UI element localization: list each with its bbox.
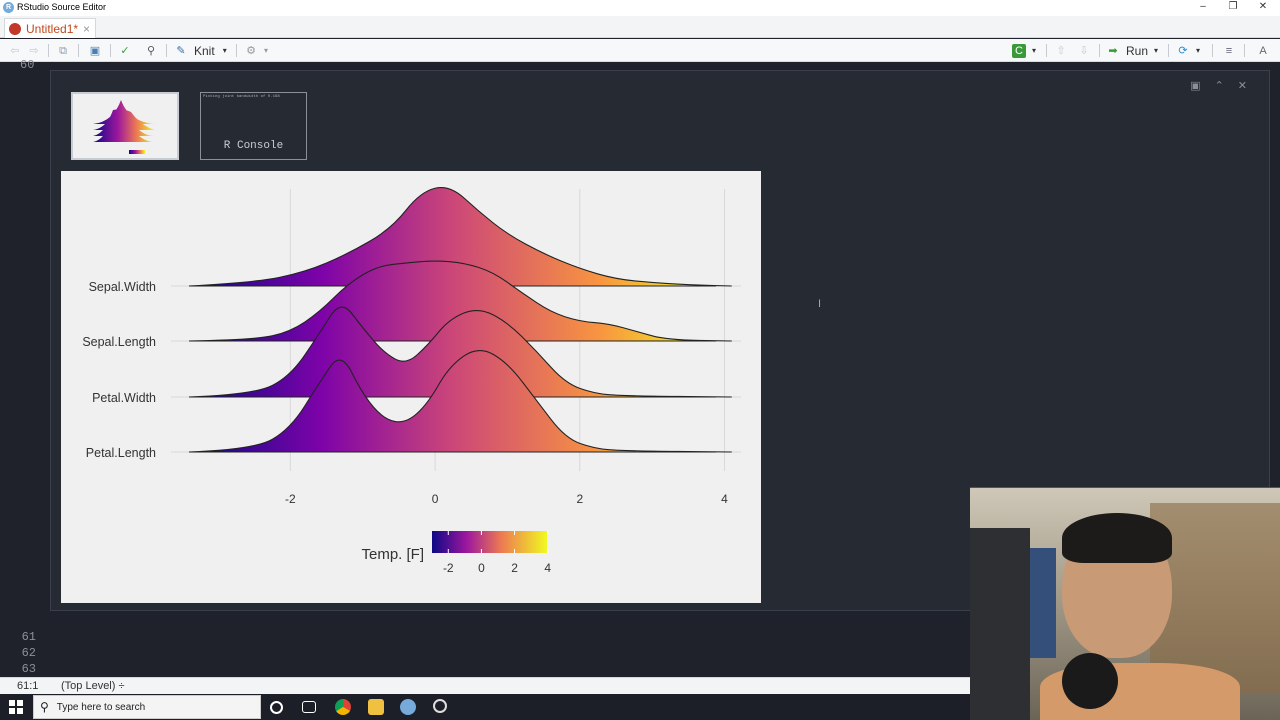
window-titlebar: R RStudio Source Editor – ❐ ✕: [0, 0, 1280, 16]
editor-toolbar: ⇦ ⇨ ⧉ ▣ ✓ ⚲ ✎ Knit ▾ ⚙ ▾ C ▾ ⇧ ⇩ ➡ Run ▾ ⟳…: [0, 39, 1280, 62]
window-title: RStudio Source Editor: [17, 2, 107, 12]
obs-icon[interactable]: [433, 699, 447, 713]
clear-output-icon[interactable]: ✕: [1238, 79, 1247, 92]
y-tick-label: Sepal.Length: [82, 335, 156, 349]
restore-button[interactable]: ❐: [1218, 0, 1248, 16]
tab-label: Untitled1*: [26, 21, 79, 36]
scope-selector[interactable]: (Top Level) ÷: [61, 680, 125, 692]
chrome-icon[interactable]: [335, 699, 351, 715]
close-window-button[interactable]: ✕: [1248, 0, 1278, 16]
collapse-output-icon[interactable]: ⌃: [1215, 79, 1224, 92]
save-icon[interactable]: ▣: [88, 42, 102, 59]
knit-icon: ✎: [176, 44, 186, 57]
legend-tick-label: 2: [511, 561, 518, 575]
y-tick-label: Petal.Width: [92, 391, 156, 405]
console-thumbnail[interactable]: Picking joint bandwidth of 0.168 R Conso…: [200, 92, 307, 160]
y-tick-label: Sepal.Width: [89, 280, 156, 294]
taskbar-search-box[interactable]: ⚲ Type here to search: [33, 695, 261, 719]
webcam-overlay: [970, 487, 1280, 720]
line-numbers: 61 62 63: [0, 629, 40, 677]
insert-chunk-icon[interactable]: C ▾: [1012, 42, 1036, 59]
legend-tick-label: 0: [478, 561, 485, 575]
plot-thumbnail[interactable]: [71, 92, 179, 160]
x-tick-label: 0: [432, 492, 439, 506]
chevron-down-icon: ▾: [1154, 46, 1159, 55]
tab-untitled1[interactable]: Untitled1* ×: [4, 18, 96, 38]
editor-statusbar: 61:1 (Top Level) ÷: [0, 677, 970, 694]
search-icon: ⚲: [40, 700, 49, 714]
outline-icon[interactable]: ≡: [1222, 42, 1236, 59]
task-view-icon[interactable]: [302, 701, 316, 713]
spellcheck-icon[interactable]: ✓: [118, 42, 132, 59]
legend-title: Temp. [F]: [361, 546, 424, 563]
run-arrow-icon: ➡: [1108, 44, 1118, 57]
knit-button[interactable]: ✎ Knit ▾: [174, 42, 227, 59]
find-icon[interactable]: ⚲: [144, 42, 158, 59]
legend-tick-label: -2: [443, 561, 454, 575]
file-explorer-icon[interactable]: [368, 699, 384, 715]
settings-gear-icon[interactable]: ⚙ ▾: [244, 42, 268, 59]
previous-section-icon[interactable]: ⇧: [1054, 42, 1068, 59]
show-in-window-icon[interactable]: ⧉: [56, 42, 70, 59]
minimize-button[interactable]: –: [1188, 0, 1218, 16]
text-cursor-icon: I: [818, 298, 822, 310]
chunk-output-controls: ▣ ⌃ ✕: [1190, 79, 1247, 92]
rstudio-taskbar-icon[interactable]: [400, 699, 416, 715]
line-number: 62: [21, 646, 36, 660]
ridge-fill-petal-length: [189, 350, 732, 452]
x-tick-label: 2: [576, 492, 583, 506]
x-tick-label: 4: [721, 492, 728, 506]
ridgeline-chart-svg: Petal.Length Petal.Width Sepal.Length Sepal…: [82, 187, 741, 575]
rstudio-icon: R: [3, 2, 14, 13]
legend-colorbar: [432, 531, 547, 553]
search-placeholder: Type here to search: [56, 701, 146, 713]
rmarkdown-icon: [9, 22, 21, 35]
ridgeline-plot: Petal.Length Petal.Width Sepal.Length Sepal…: [61, 171, 761, 603]
cursor-position: 61:1: [17, 680, 39, 692]
y-tick-label: Petal.Length: [86, 446, 156, 460]
chevron-down-icon: ▾: [222, 46, 227, 55]
run-button[interactable]: ➡ Run ▾: [1106, 42, 1158, 59]
forward-icon[interactable]: ⇨: [27, 42, 41, 59]
run-label: Run: [1126, 43, 1149, 58]
legend-tick-label: 4: [544, 561, 551, 575]
line-number-fragment: 60: [20, 58, 35, 72]
tab-close-icon[interactable]: ×: [83, 22, 90, 36]
windows-start-icon[interactable]: [9, 700, 23, 714]
next-section-icon[interactable]: ⇩: [1077, 42, 1091, 59]
rerun-icon[interactable]: ⟳ ▾: [1176, 42, 1200, 59]
console-thumb-label: R Console: [223, 140, 284, 152]
format-text-icon[interactable]: A: [1256, 42, 1270, 59]
x-tick-label: -2: [285, 492, 296, 506]
editor-tabbar: Untitled1* ×: [0, 16, 1280, 38]
cortana-icon[interactable]: [270, 701, 283, 714]
line-number: 61: [21, 630, 36, 644]
back-icon[interactable]: ⇦: [8, 42, 22, 59]
knit-label: Knit: [194, 43, 215, 58]
microphone-icon: [1062, 653, 1118, 709]
console-thumb-text: Picking joint bandwidth of 0.168: [203, 95, 280, 99]
expand-output-icon[interactable]: ▣: [1190, 79, 1200, 92]
line-number: 63: [21, 662, 36, 676]
